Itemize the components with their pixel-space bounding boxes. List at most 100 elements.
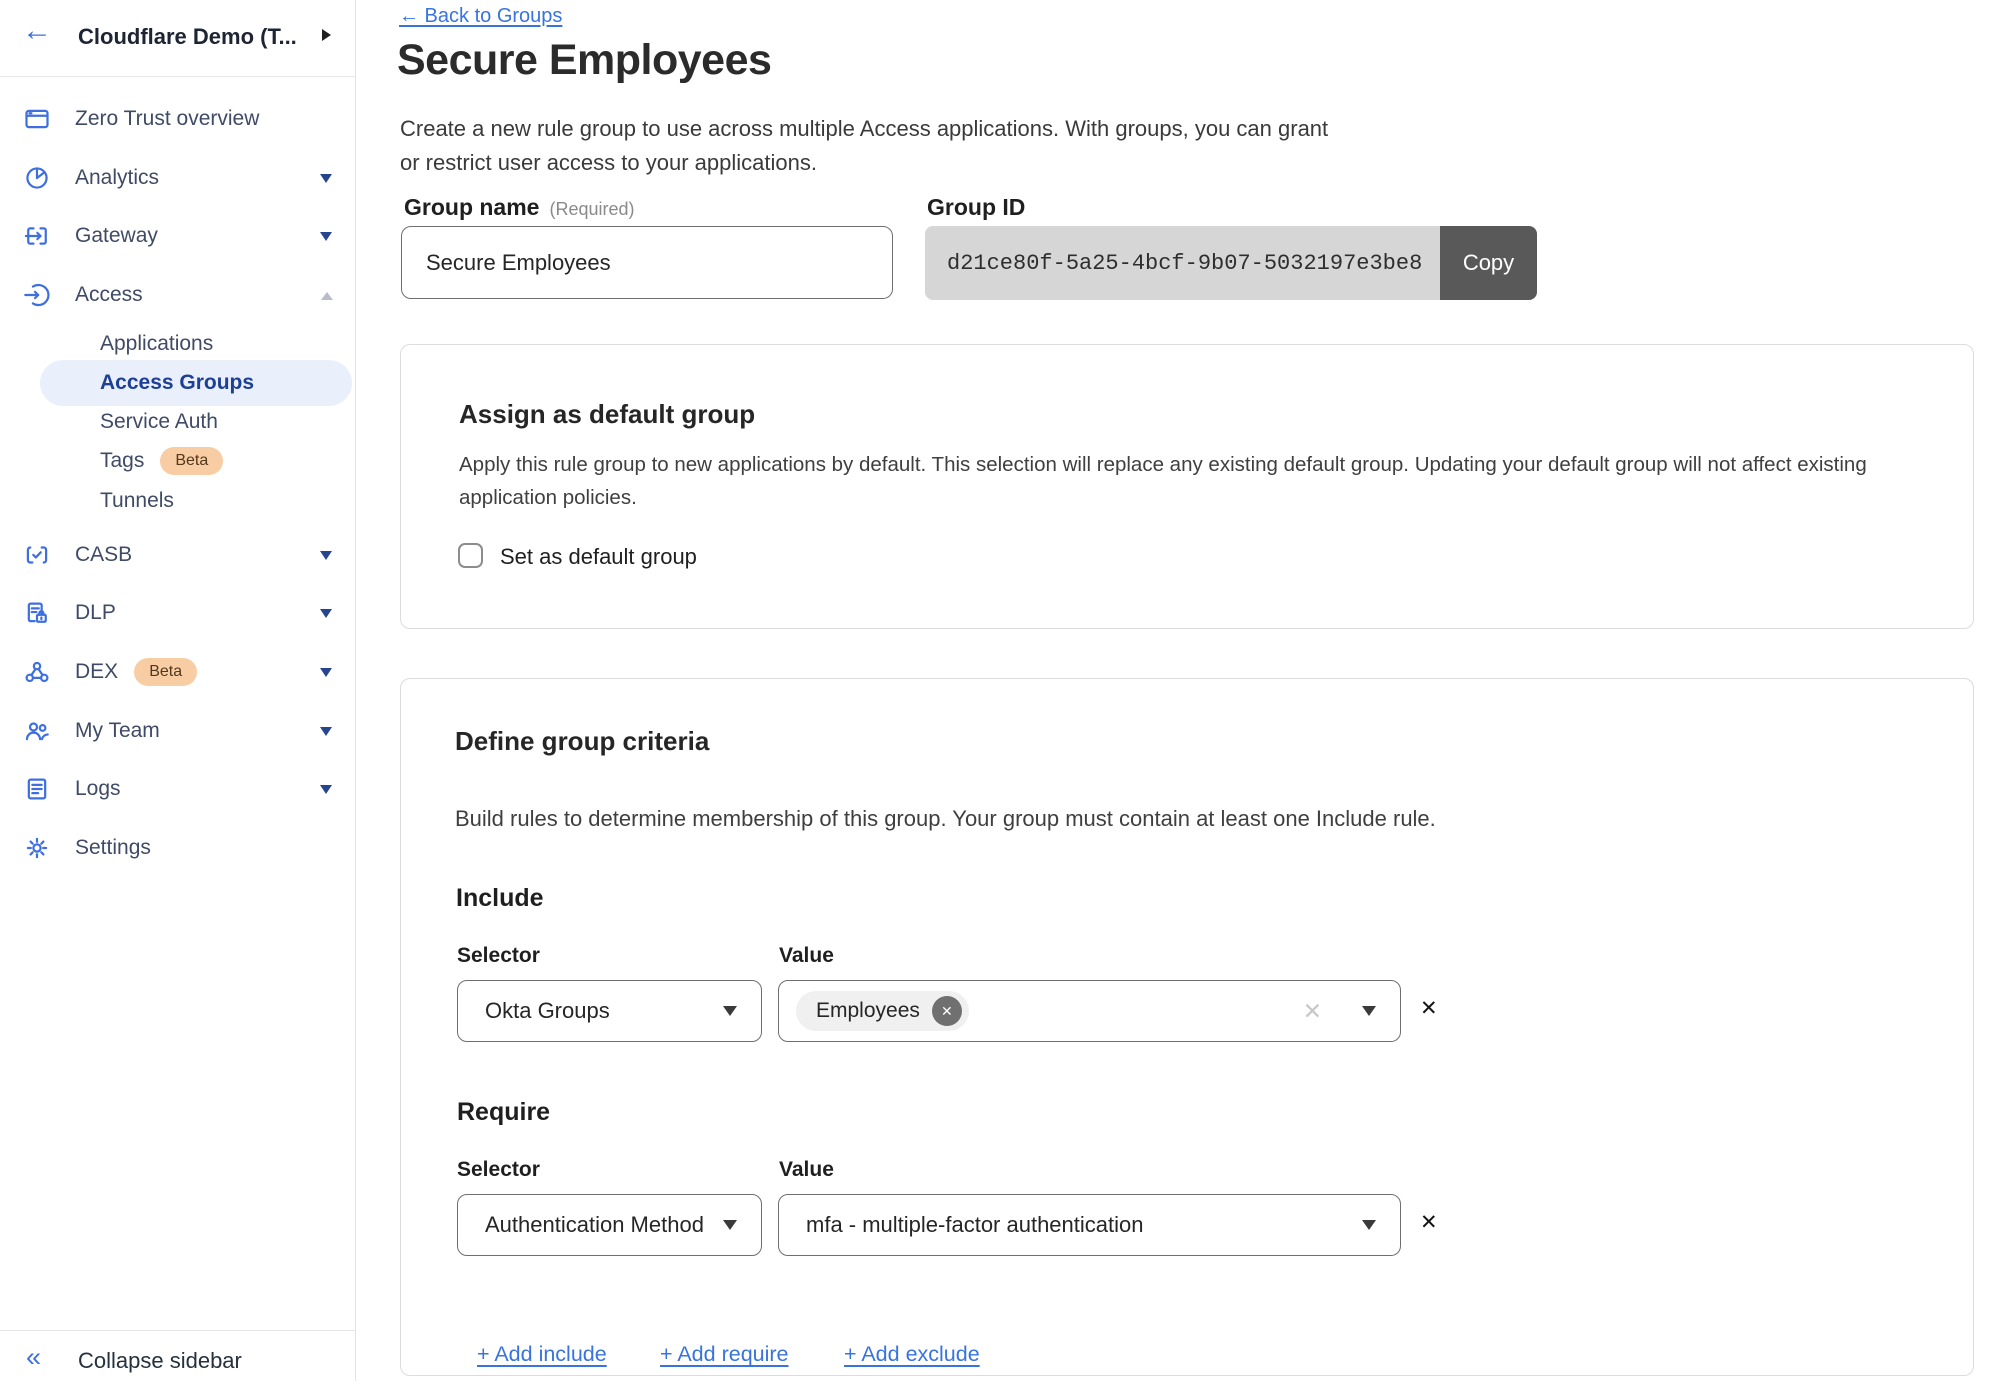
sidebar-item-label: CASB <box>75 543 132 567</box>
include-selector-label: Selector <box>457 944 540 968</box>
add-require-link[interactable]: + Add require <box>660 1342 789 1367</box>
group-id-label: Group ID <box>927 194 1025 221</box>
sidebar-item-label: Access Groups <box>100 371 254 395</box>
include-heading: Include <box>456 884 544 913</box>
sidebar-item-label: Tags <box>100 449 144 473</box>
sidebar-item-access[interactable]: Access <box>0 275 356 315</box>
require-value-text: mfa - multiple-factor authentication <box>806 1212 1144 1238</box>
beta-badge: Beta <box>134 658 197 686</box>
sidebar-item-label: Zero Trust overview <box>75 107 259 131</box>
collapse-chevrons-icon: « <box>26 1342 41 1373</box>
sidebar: ← Cloudflare Demo (T... Zero Trust overv… <box>0 0 356 1381</box>
assign-default-body-line: Apply this rule group to new application… <box>459 453 1867 476</box>
add-exclude-link[interactable]: + Add exclude <box>844 1342 980 1367</box>
sidebar-item-casb[interactable]: CASB <box>0 535 356 575</box>
chip-remove-icon[interactable]: ✕ <box>932 996 962 1026</box>
assign-default-group-body: Apply this rule group to new application… <box>459 448 1867 514</box>
beta-badge: Beta <box>160 447 223 475</box>
chevron-right-icon[interactable] <box>322 29 331 41</box>
sidebar-item-analytics[interactable]: Analytics <box>0 158 356 198</box>
sidebar-divider <box>0 1330 356 1331</box>
include-value-multiselect[interactable]: Employees ✕ ✕ <box>778 980 1401 1042</box>
chevron-down-icon <box>1362 1006 1376 1016</box>
page-description-line: or restrict user access to your applicat… <box>400 150 817 175</box>
sidebar-item-applications[interactable]: Applications <box>0 326 356 362</box>
include-selector-dropdown[interactable]: Okta Groups <box>457 980 762 1042</box>
group-id-label-text: Group ID <box>927 194 1025 220</box>
sidebar-item-label: DLP <box>75 601 116 625</box>
sidebar-item-label: Applications <box>100 332 213 356</box>
collapse-sidebar-button[interactable]: « Collapse sidebar <box>0 1340 356 1381</box>
browser-window-icon <box>22 104 52 134</box>
sidebar-item-label: Settings <box>75 836 151 860</box>
require-selector-value: Authentication Method <box>485 1212 704 1238</box>
log-list-icon <box>22 774 52 804</box>
require-heading: Require <box>457 1098 550 1127</box>
chip-label: Employees <box>816 999 920 1023</box>
chevron-down-icon[interactable] <box>320 609 332 618</box>
chevron-up-icon[interactable] <box>321 292 333 300</box>
chevron-down-icon[interactable] <box>320 785 332 794</box>
sidebar-item-gateway[interactable]: Gateway <box>0 216 356 256</box>
sidebar-item-tags[interactable]: Tags Beta <box>0 443 356 479</box>
people-icon <box>22 716 52 746</box>
account-switcher[interactable]: ← Cloudflare Demo (T... <box>0 0 355 77</box>
sidebar-item-label: DEX <box>75 660 118 684</box>
require-selector-dropdown[interactable]: Authentication Method <box>457 1194 762 1256</box>
sidebar-item-dex[interactable]: DEX Beta <box>0 652 356 692</box>
page-description: Create a new rule group to use across mu… <box>400 112 1328 180</box>
group-name-label: Group name(Required) <box>404 194 635 221</box>
chevron-down-icon[interactable] <box>320 727 332 736</box>
sidebar-item-label: Analytics <box>75 166 159 190</box>
pie-chart-icon <box>22 163 52 193</box>
set-default-checkbox-label: Set as default group <box>500 544 697 570</box>
sidebar-item-label: Access <box>75 283 143 307</box>
assign-default-group-title: Assign as default group <box>459 399 755 430</box>
back-to-groups-link[interactable]: ← Back to Groups <box>399 5 562 28</box>
chevron-down-icon[interactable] <box>320 668 332 677</box>
set-default-checkbox[interactable] <box>458 543 483 568</box>
page-description-line: Create a new rule group to use across mu… <box>400 116 1328 141</box>
account-title: Cloudflare Demo (T... <box>78 24 297 50</box>
add-include-link[interactable]: + Add include <box>477 1342 607 1367</box>
include-selector-value: Okta Groups <box>485 998 610 1024</box>
sidebar-item-label: Tunnels <box>100 489 174 513</box>
gear-icon <box>22 833 52 863</box>
sidebar-item-tunnels[interactable]: Tunnels <box>0 483 356 519</box>
required-hint: (Required) <box>549 199 634 219</box>
group-name-input[interactable] <box>401 226 893 299</box>
remove-require-rule-button[interactable]: ✕ <box>1420 1210 1438 1235</box>
employees-chip: Employees ✕ <box>796 991 969 1031</box>
sidebar-item-settings[interactable]: Settings <box>0 828 356 868</box>
sidebar-item-logs[interactable]: Logs <box>0 769 356 809</box>
require-value-label: Value <box>779 1158 834 1182</box>
group-id-box: d21ce80f-5a25-4bcf-9b07-5032197e3be8 Cop… <box>925 226 1537 300</box>
sidebar-item-label: Gateway <box>75 224 158 248</box>
collapse-sidebar-label: Collapse sidebar <box>78 1348 242 1374</box>
criteria-body: Build rules to determine membership of t… <box>455 806 1436 832</box>
clear-selection-icon[interactable]: ✕ <box>1303 998 1322 1025</box>
document-lock-icon <box>22 598 52 628</box>
sidebar-item-dlp[interactable]: DLP <box>0 593 356 633</box>
chevron-down-icon[interactable] <box>320 551 332 560</box>
sidebar-item-my-team[interactable]: My Team <box>0 711 356 751</box>
require-value-dropdown[interactable]: mfa - multiple-factor authentication <box>778 1194 1401 1256</box>
chevron-down-icon[interactable] <box>320 174 332 183</box>
access-login-icon <box>22 280 52 310</box>
back-arrow-icon[interactable]: ← <box>22 12 52 50</box>
chevron-down-icon <box>723 1006 737 1016</box>
sidebar-item-access-groups[interactable]: Access Groups <box>40 360 352 406</box>
sidebar-item-zero-trust-overview[interactable]: Zero Trust overview <box>0 99 356 139</box>
require-selector-label: Selector <box>457 1158 540 1182</box>
sidebar-item-service-auth[interactable]: Service Auth <box>0 404 356 440</box>
remove-include-rule-button[interactable]: ✕ <box>1420 996 1438 1021</box>
sidebar-item-label: My Team <box>75 719 160 743</box>
sidebar-item-label: Service Auth <box>100 410 218 434</box>
network-nodes-icon <box>22 657 52 687</box>
casb-check-icon <box>22 540 52 570</box>
copy-button[interactable]: Copy <box>1440 226 1537 300</box>
chevron-down-icon <box>723 1220 737 1230</box>
criteria-title: Define group criteria <box>455 726 709 757</box>
sidebar-item-label: Logs <box>75 777 121 801</box>
chevron-down-icon[interactable] <box>320 232 332 241</box>
